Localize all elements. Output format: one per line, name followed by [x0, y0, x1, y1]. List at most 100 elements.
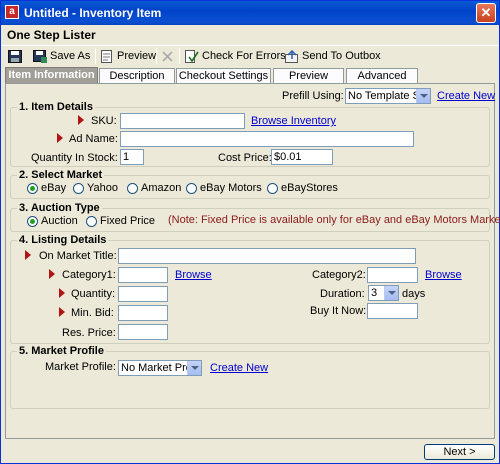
prefill-create-new-link[interactable]: Create New [437, 90, 495, 102]
category2-label: Category2: [312, 269, 366, 281]
prefill-template-select[interactable]: No Template Se [345, 88, 431, 104]
select-market-group: 2. Select Market eBay Yahoo Amazon eBay … [10, 169, 490, 199]
market-radio-ebaystores[interactable] [267, 183, 278, 194]
prefill-template-value: No Template Se [348, 90, 416, 102]
duration-select[interactable]: 3 [368, 285, 399, 301]
market-profile-legend: 5. Market Profile [17, 345, 106, 357]
listing-details-legend: 4. Listing Details [17, 234, 109, 246]
prefill-label: Prefill Using: [282, 90, 344, 102]
buy-it-now-label: Buy It Now: [310, 305, 367, 317]
days-label: days [402, 288, 426, 300]
page-title: One Step Lister [7, 28, 96, 42]
required-marker-icon [49, 269, 55, 279]
sku-input[interactable] [120, 113, 245, 129]
auction-type-radio-fixed-price[interactable] [86, 216, 97, 227]
market-radio-yahoo[interactable] [73, 183, 84, 194]
ad-name-input[interactable] [120, 131, 414, 147]
browse-inventory-link[interactable]: Browse Inventory [251, 115, 336, 127]
outbox-icon [285, 49, 298, 63]
send-outbox-label: Send To Outbox [302, 50, 381, 62]
preview-label: Preview [117, 50, 157, 62]
chevron-down-icon[interactable] [384, 286, 398, 300]
market-label-ebay: eBay [41, 182, 67, 194]
cost-price-label: Cost Price: [218, 152, 272, 164]
auction-type-label-auction: Auction [41, 215, 78, 227]
category1-input[interactable] [118, 267, 168, 283]
market-label-ebay-motors: eBay Motors [200, 182, 262, 194]
toolbar-separator [179, 48, 180, 64]
send-outbox-button[interactable]: Send To Outbox [285, 48, 381, 65]
listing-details-group: 4. Listing Details On Market Title: Cate… [10, 234, 490, 344]
auction-type-group: 3. Auction Type Auction Fixed Price (Not… [10, 202, 500, 232]
category2-input[interactable] [367, 267, 418, 283]
save-as-button[interactable]: Save As [33, 48, 90, 65]
tab-preview[interactable]: Preview [273, 68, 344, 84]
tab-strip: Item Information Description Checkout Se… [1, 67, 499, 84]
close-button[interactable]: ✕ [476, 3, 496, 23]
quantity-in-stock-input[interactable] [120, 149, 144, 165]
item-information-panel: Prefill Using: No Template Se Create New… [5, 83, 500, 439]
window-title: Untitled - Inventory Item [24, 6, 162, 20]
tab-item-information[interactable]: Item Information [5, 67, 98, 84]
fixed-price-note: (Note: Fixed Price is available only for… [168, 214, 500, 226]
item-details-legend: 1. Item Details [17, 101, 95, 113]
chevron-down-icon[interactable] [187, 361, 201, 375]
select-market-legend: 2. Select Market [17, 169, 105, 181]
save-icon [8, 49, 22, 63]
required-marker-icon [59, 288, 65, 298]
required-marker-icon [78, 115, 84, 125]
required-marker-icon [59, 307, 65, 317]
save-as-icon [33, 49, 47, 63]
market-label-yahoo: Yahoo [87, 182, 118, 194]
toolbar: Save As Preview Check For Errors Send To… [1, 45, 499, 66]
next-button[interactable]: Next > [424, 444, 495, 460]
reserve-price-input[interactable] [118, 324, 168, 340]
market-profile-value: No Market Profi [121, 362, 187, 374]
preview-button[interactable]: Preview [100, 48, 156, 65]
quantity-label: Quantity: [71, 288, 116, 300]
check-errors-icon [185, 49, 199, 63]
on-market-title-label: On Market Title: [39, 250, 117, 262]
required-marker-icon [57, 133, 63, 143]
chevron-down-icon[interactable] [416, 89, 430, 103]
market-radio-amazon[interactable] [127, 183, 138, 194]
check-errors-label: Check For Errors [202, 50, 286, 62]
market-profile-group: 5. Market Profile Market Profile: No Mar… [10, 345, 490, 409]
duration-label: Duration: [320, 288, 365, 300]
header-area: One Step Lister [1, 25, 499, 45]
market-profile-create-new-link[interactable]: Create New [210, 362, 268, 374]
market-profile-label: Market Profile: [45, 361, 116, 373]
save-button[interactable] [8, 48, 25, 65]
market-radio-ebay[interactable] [27, 183, 38, 194]
app-icon: a [5, 5, 19, 19]
market-label-ebaystores: eBayStores [281, 182, 338, 194]
auction-type-legend: 3. Auction Type [17, 202, 102, 214]
item-details-group: 1. Item Details SKU: Browse Inventory Ad… [10, 101, 490, 167]
category2-browse-link[interactable]: Browse [425, 269, 462, 281]
title-bar[interactable]: a Untitled - Inventory Item ✕ [1, 1, 499, 25]
toolbar-separator [95, 48, 96, 64]
category1-browse-link[interactable]: Browse [175, 269, 212, 281]
category1-label: Category1: [62, 269, 116, 281]
min-bid-input[interactable] [118, 305, 168, 321]
market-label-amazon: Amazon [141, 182, 182, 194]
auction-type-radio-auction[interactable] [27, 216, 38, 227]
market-radio-ebay-motors[interactable] [186, 183, 197, 194]
tab-advanced[interactable]: Advanced [346, 68, 418, 84]
check-errors-button[interactable]: Check For Errors [185, 48, 286, 65]
tab-description[interactable]: Description [99, 68, 175, 84]
quantity-input[interactable] [118, 286, 168, 302]
duration-value: 3 [371, 287, 378, 299]
on-market-title-input[interactable] [118, 248, 416, 264]
buy-it-now-input[interactable] [367, 303, 418, 319]
preview-icon [101, 49, 112, 63]
quantity-in-stock-label: Quantity In Stock: [31, 152, 118, 164]
reserve-price-label: Res. Price: [62, 327, 116, 339]
cost-price-input[interactable] [271, 149, 333, 165]
save-as-label: Save As [50, 50, 91, 62]
tab-checkout-settings[interactable]: Checkout Settings [176, 68, 271, 84]
toolbar-separator [156, 48, 157, 64]
sku-label: SKU: [91, 115, 117, 127]
market-profile-select[interactable]: No Market Profi [118, 360, 202, 376]
delete-button[interactable] [161, 48, 178, 65]
